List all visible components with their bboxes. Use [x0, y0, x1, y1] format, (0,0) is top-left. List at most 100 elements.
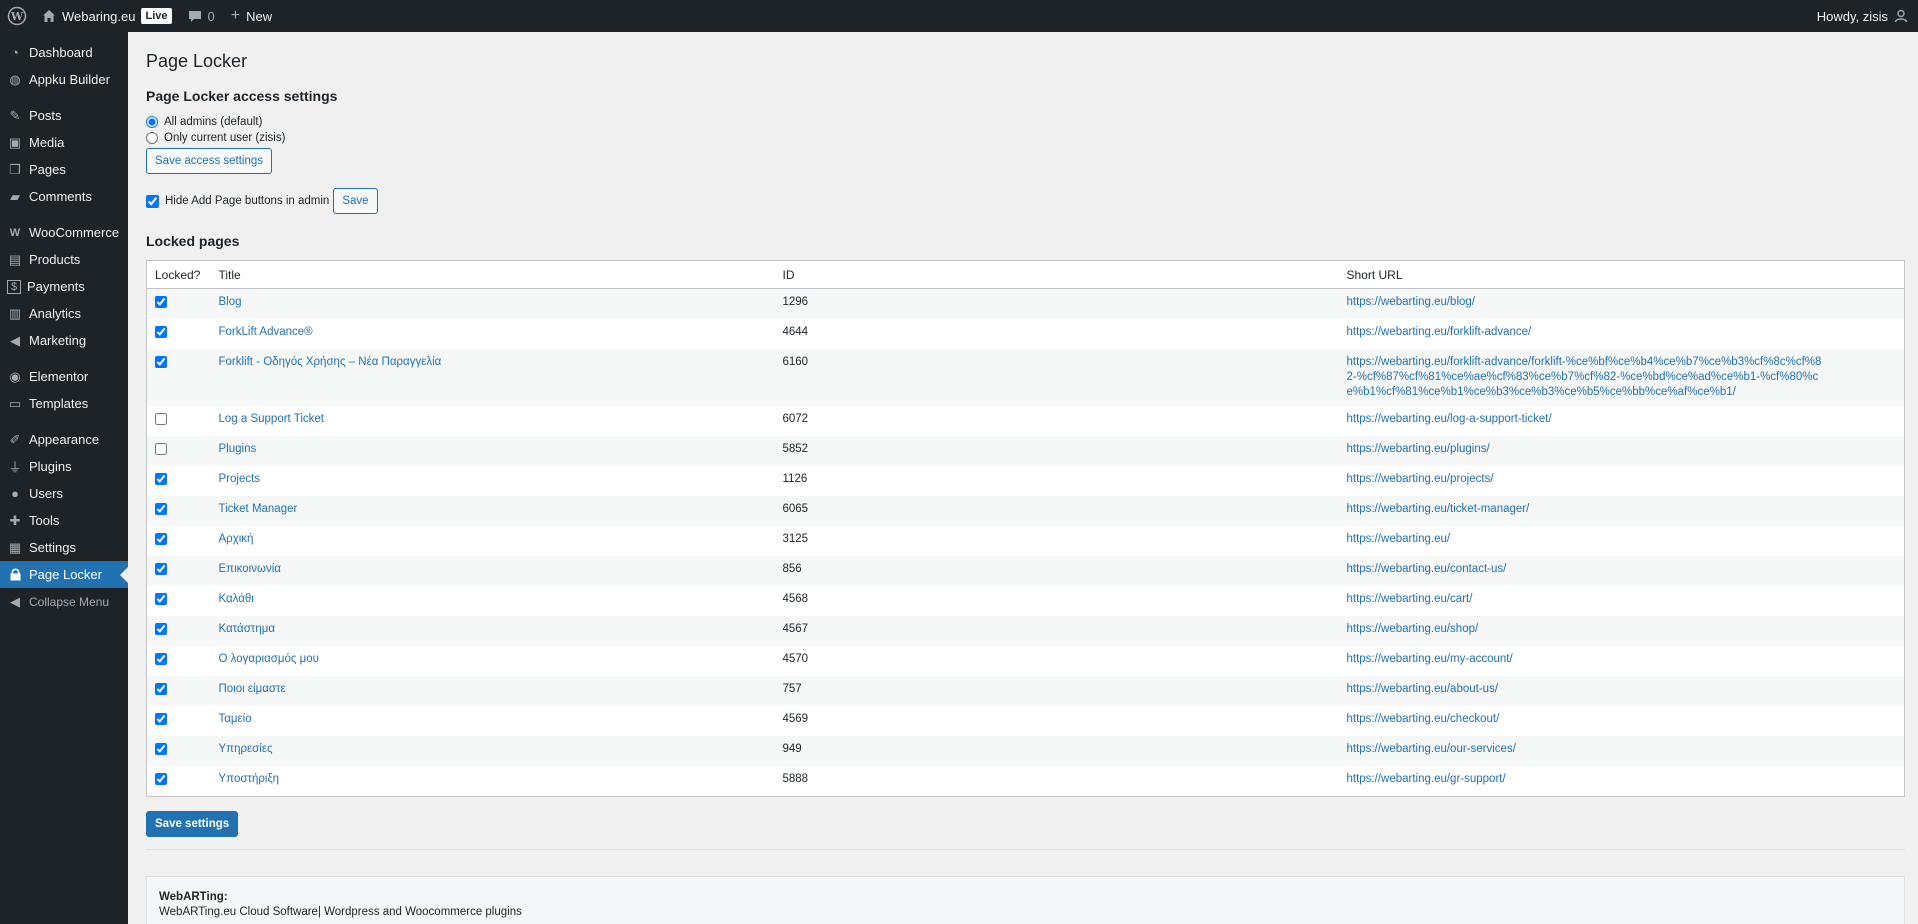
sidebar-item-settings[interactable]: ▦ Settings [0, 534, 128, 561]
radio-current-user[interactable]: Only current user (zisis) [146, 130, 1904, 146]
locked-checkbox[interactable] [155, 713, 167, 725]
short-url-link[interactable]: https://webarting.eu/forklift-advance/ [1347, 325, 1532, 340]
locked-checkbox[interactable] [155, 296, 167, 308]
locked-checkbox[interactable] [155, 743, 167, 755]
sidebar-item-elementor[interactable]: ◉ Elementor [0, 363, 128, 390]
sidebar-item-plugins[interactable]: ⏚ Plugins [0, 453, 128, 480]
locked-checkbox[interactable] [155, 326, 167, 338]
sidebar-item-appearance[interactable]: ✐ Appearance [0, 426, 128, 453]
sidebar-item-appku-builder[interactable]: ◍ Appku Builder [0, 66, 128, 93]
locked-checkbox[interactable] [155, 356, 167, 368]
table-row: Forklift - Οδηγός Χρήσης – Νέα Παραγγελί… [146, 349, 1905, 406]
page-title-link[interactable]: Κατάστημα [219, 623, 276, 635]
page-title-link[interactable]: Υπηρεσίες [219, 743, 273, 755]
short-url-link[interactable]: https://webarting.eu/about-us/ [1347, 682, 1499, 697]
sidebar-item-tools[interactable]: ✚ Tools [0, 507, 128, 534]
page-title-link[interactable]: ForkLift Advance® [219, 326, 313, 338]
short-url-link[interactable]: https://webarting.eu/our-services/ [1347, 742, 1516, 757]
sidebar-item-media[interactable]: ▣ Media [0, 129, 128, 156]
short-url-link[interactable]: https://webarting.eu/projects/ [1347, 472, 1494, 487]
hide-add-page-checkbox[interactable] [146, 194, 159, 208]
radio-all-admins[interactable]: All admins (default) [146, 114, 1904, 130]
page-title-link[interactable]: Αρχική [219, 533, 254, 545]
short-url-link[interactable]: https://webarting.eu/shop/ [1347, 622, 1479, 637]
locked-checkbox[interactable] [155, 443, 167, 455]
short-url-cell: https://webarting.eu/gr-support/ [1339, 766, 1905, 797]
locked-checkbox[interactable] [155, 413, 167, 425]
comments-link[interactable]: 0 [180, 0, 223, 32]
access-settings-heading: Page Locker access settings [146, 88, 338, 104]
account-menu[interactable]: Howdy, zisis [1809, 0, 1918, 32]
plus-icon: + [230, 7, 241, 24]
page-title-link[interactable]: Επικοινωνία [219, 563, 281, 575]
title-cell: Επικοινωνία [210, 556, 775, 586]
id-cell: 1296 [774, 288, 1339, 319]
locked-checkbox[interactable] [155, 533, 167, 545]
short-url-link[interactable]: https://webarting.eu/blog/ [1347, 295, 1476, 310]
sidebar-item-analytics[interactable]: ▥ Analytics [0, 300, 128, 327]
sidebar-item-users[interactable]: ● Users [0, 480, 128, 507]
short-url-link[interactable]: https://webarting.eu/log-a-support-ticke… [1347, 412, 1552, 427]
locked-checkbox[interactable] [155, 473, 167, 485]
new-content-link[interactable]: + New [223, 0, 280, 32]
short-url-link[interactable]: https://webarting.eu/ticket-manager/ [1347, 502, 1530, 517]
locked-pages-heading: Locked pages [146, 233, 240, 249]
sidebar-item-comments[interactable]: ▰ Comments [0, 183, 128, 210]
page-title-link[interactable]: Ο λογαριασμός μου [219, 653, 319, 665]
locked-checkbox[interactable] [155, 653, 167, 665]
short-url-link[interactable]: https://webarting.eu/forklift-advance/fo… [1347, 355, 1827, 400]
short-url-cell: https://webarting.eu/forklift-advance/fo… [1338, 349, 1905, 406]
locked-checkbox[interactable] [155, 563, 167, 575]
page-title-link[interactable]: Log a Support Ticket [219, 413, 324, 425]
wordpress-logo-icon[interactable]: W [0, 0, 34, 32]
locked-checkbox[interactable] [155, 503, 167, 515]
save-button[interactable]: Save [333, 188, 378, 214]
page-title-link[interactable]: Υποστήριξη [219, 773, 280, 785]
locked-cell [147, 646, 211, 676]
locked-checkbox[interactable] [155, 773, 167, 785]
locked-checkbox[interactable] [155, 683, 167, 695]
short-url-link[interactable]: https://webarting.eu/ [1347, 532, 1451, 547]
radio-all-admins-input[interactable] [146, 116, 158, 128]
locked-cell [147, 706, 211, 736]
sidebar-item-label: Analytics [29, 306, 82, 321]
id-cell: 856 [774, 556, 1339, 586]
sidebar-item-payments[interactable]: $ Payments [0, 273, 128, 300]
locked-checkbox[interactable] [155, 593, 167, 605]
short-url-cell: https://webarting.eu/about-us/ [1338, 676, 1905, 706]
short-url-link[interactable]: https://webarting.eu/my-account/ [1347, 652, 1513, 667]
id-cell: 6160 [774, 349, 1339, 406]
save-access-settings-button[interactable]: Save access settings [146, 148, 273, 174]
save-settings-button[interactable]: Save settings [146, 811, 239, 837]
sidebar-item-label: Appearance [29, 432, 100, 447]
site-name: Webaring.eu [62, 8, 136, 24]
sidebar-item-templates[interactable]: ▭ Templates [0, 390, 128, 417]
short-url-link[interactable]: https://webarting.eu/plugins/ [1347, 442, 1490, 457]
page-title-link[interactable]: Forklift - Οδηγός Χρήσης – Νέα Παραγγελί… [219, 356, 442, 368]
page-title-link[interactable]: Ticket Manager [219, 503, 298, 515]
sidebar-item-products[interactable]: ▤ Products [0, 246, 128, 273]
site-name-link[interactable]: Webaring.eu Live [34, 0, 180, 32]
page-title-link[interactable]: Ταμείο [219, 713, 252, 725]
short-url-link[interactable]: https://webarting.eu/gr-support/ [1347, 772, 1506, 787]
sidebar-item-pages[interactable]: ❐ Pages [0, 156, 128, 183]
sidebar-item-dashboard[interactable]: ◔ Dashboard [0, 39, 128, 66]
short-url-link[interactable]: https://webarting.eu/contact-us/ [1347, 562, 1507, 577]
table-row: Κατάστημα 4567 https://webarting.eu/shop/ [146, 616, 1905, 646]
locked-cell [146, 496, 211, 526]
locked-checkbox[interactable] [155, 623, 167, 635]
sidebar-item-page-locker[interactable]: Page Locker [0, 561, 128, 588]
page-title-link[interactable]: Projects [219, 473, 261, 485]
page-title-link[interactable]: Blog [219, 296, 242, 308]
page-title-link[interactable]: Καλάθι [219, 593, 254, 605]
page-title-link[interactable]: Ποιοι είμαστε [219, 683, 286, 695]
radio-current-user-input[interactable] [146, 132, 158, 144]
short-url-link[interactable]: https://webarting.eu/cart/ [1347, 592, 1473, 607]
sidebar-item-marketing[interactable]: ◀ Marketing [0, 327, 128, 354]
short-url-link[interactable]: https://webarting.eu/checkout/ [1347, 712, 1500, 727]
sidebar-item-posts[interactable]: ✎ Posts [0, 102, 128, 129]
sidebar-item-woocommerce[interactable]: W WooCommerce [0, 219, 128, 246]
sidebar-item-label: Comments [29, 189, 92, 204]
page-title-link[interactable]: Plugins [219, 443, 257, 455]
collapse-menu-button[interactable]: ◀ Collapse Menu [0, 588, 128, 615]
